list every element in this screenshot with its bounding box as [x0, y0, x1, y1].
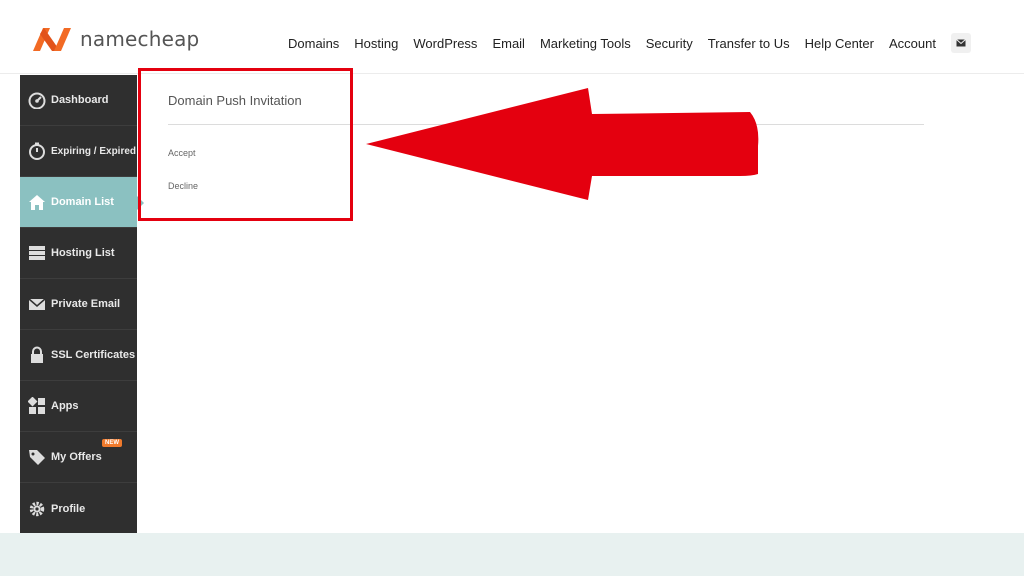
nav-email[interactable]: Email	[492, 36, 525, 51]
brand-name: namecheap	[80, 27, 200, 51]
sidebar-item-dashboard[interactable]: Dashboard	[20, 75, 137, 126]
stopwatch-icon	[28, 142, 46, 160]
sidebar-item-label: Expiring / Expired	[51, 145, 137, 157]
sidebar-item-apps[interactable]: Apps	[20, 381, 137, 432]
sidebar-item-expiring[interactable]: Expiring / Expired	[20, 126, 137, 177]
sidebar-item-label: Hosting List	[51, 247, 115, 259]
home-icon	[28, 193, 46, 211]
envelope-icon	[956, 39, 966, 47]
gear-icon	[28, 500, 46, 518]
server-icon	[28, 244, 46, 262]
namecheap-logo[interactable]: namecheap	[30, 24, 199, 54]
top-navigation: Domains Hosting WordPress Email Marketin…	[288, 33, 971, 53]
dashboard-icon	[28, 91, 46, 109]
sidebar-item-private-email[interactable]: Private Email	[20, 279, 137, 330]
annotation-arrow-icon	[366, 88, 759, 200]
top-header: namecheap Domains Hosting WordPress Emai…	[0, 0, 1024, 74]
sidebar-item-label: Domain List	[51, 196, 114, 208]
nav-marketing-tools[interactable]: Marketing Tools	[540, 36, 631, 51]
annotation-highlight-box	[138, 68, 353, 221]
nav-wordpress[interactable]: WordPress	[413, 36, 477, 51]
sidebar-item-my-offers[interactable]: My Offers NEW	[20, 432, 137, 483]
nav-account[interactable]: Account	[889, 36, 936, 51]
apps-icon	[28, 397, 46, 415]
sidebar-item-profile[interactable]: Profile	[20, 483, 137, 534]
messages-button[interactable]	[950, 33, 971, 53]
nav-domains[interactable]: Domains	[288, 36, 339, 51]
sidebar-item-label: My Offers	[51, 451, 102, 463]
nav-help-center[interactable]: Help Center	[805, 36, 874, 51]
namecheap-logo-icon	[33, 28, 71, 51]
envelope-icon	[28, 295, 46, 313]
sidebar-item-label: Dashboard	[51, 94, 109, 106]
sidebar-item-domain-list[interactable]: Domain List	[20, 177, 144, 228]
new-badge: NEW	[102, 439, 122, 447]
nav-security[interactable]: Security	[646, 36, 693, 51]
lock-icon	[28, 346, 46, 364]
sidebar: Dashboard Expiring / Expired Domain List…	[20, 75, 144, 534]
footer-band	[0, 533, 1024, 576]
sidebar-item-label: Private Email	[51, 298, 121, 310]
sidebar-item-label: Apps	[51, 400, 79, 412]
sidebar-item-label: Profile	[51, 502, 86, 515]
sidebar-item-ssl-certificates[interactable]: SSL Certificates	[20, 330, 137, 381]
tag-icon	[28, 448, 46, 466]
sidebar-item-label: SSL Certificates	[51, 349, 136, 361]
nav-hosting[interactable]: Hosting	[354, 36, 398, 51]
nav-transfer[interactable]: Transfer to Us	[708, 36, 790, 51]
sidebar-item-hosting-list[interactable]: Hosting List	[20, 228, 137, 279]
